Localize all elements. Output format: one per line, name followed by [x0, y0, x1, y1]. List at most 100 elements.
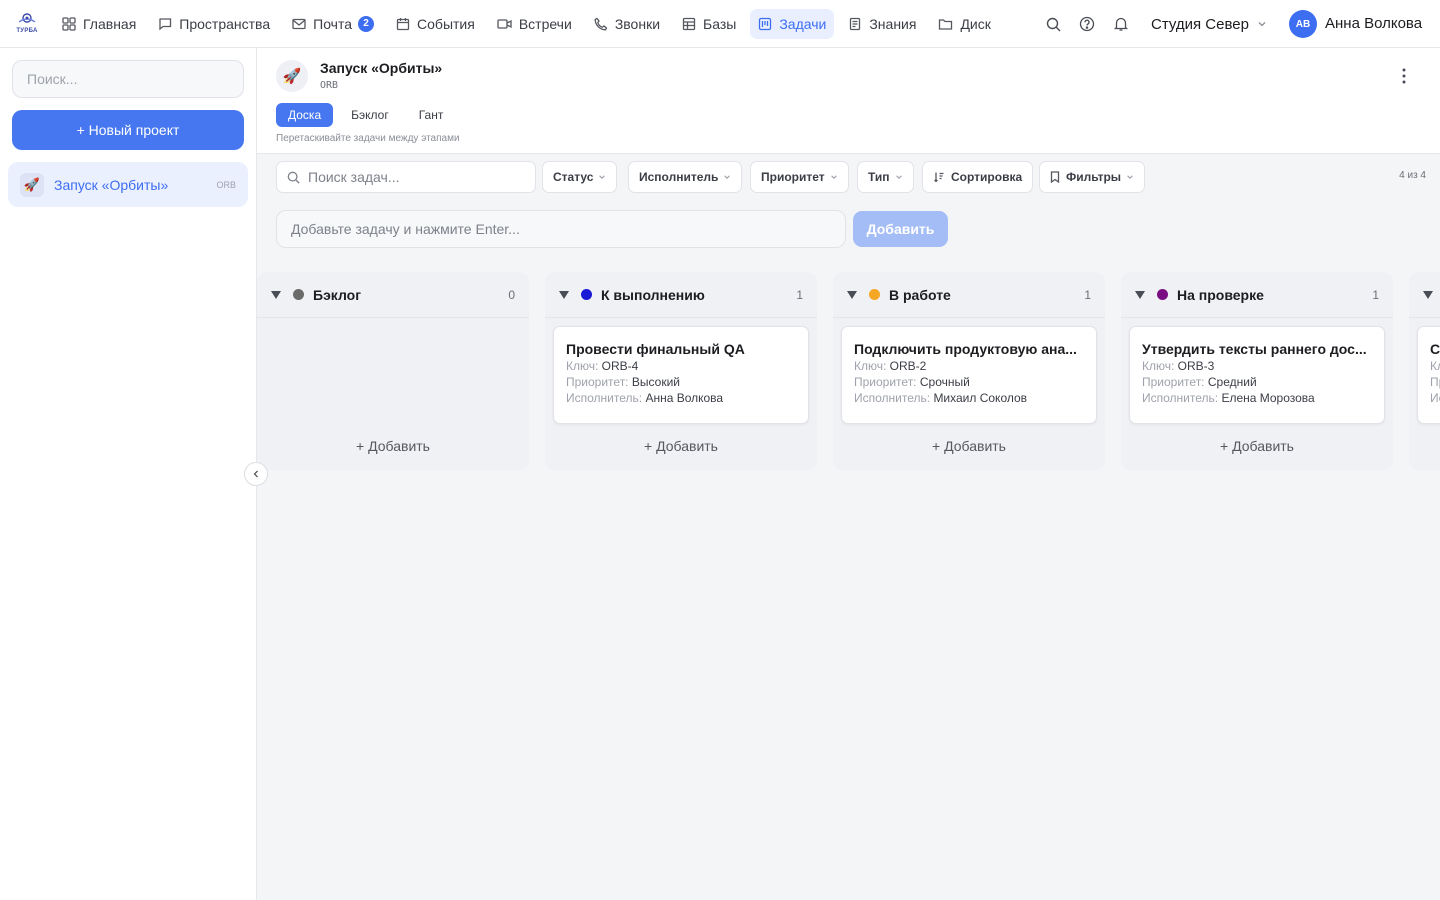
- project-search-input[interactable]: [12, 60, 244, 98]
- task-title: С: [1430, 341, 1440, 357]
- grid-icon: [62, 16, 76, 31]
- task-search-input[interactable]: [308, 169, 518, 185]
- status-dot: [1157, 289, 1168, 300]
- tab-gantt[interactable]: Гант: [407, 103, 456, 127]
- phone-icon: [594, 17, 608, 30]
- column-title: К выполнению: [601, 286, 705, 303]
- task-card[interactable]: С Ключ: Приоритет: Исполнитель:: [1417, 326, 1440, 424]
- nav-item-calls[interactable]: Звонки: [586, 9, 668, 39]
- global-search-button[interactable]: [1043, 14, 1063, 34]
- notifications-button[interactable]: [1111, 14, 1131, 34]
- nav-label: Диск: [960, 15, 991, 32]
- main-nav: Главная Пространства Почта 2 События Вст…: [54, 0, 1005, 48]
- task-priority: Средний: [1207, 375, 1257, 389]
- app-logo[interactable]: ТУРБА: [0, 0, 54, 48]
- tab-backlog[interactable]: Бэклог: [339, 103, 401, 127]
- filter-toolbar: Статус Исполнитель Приоритет Тип Сортиро…: [276, 161, 1426, 193]
- task-card[interactable]: Провести финальный QA Ключ: ORB-4 Приори…: [553, 326, 809, 424]
- org-name: Студия Север: [1151, 15, 1249, 33]
- sort-button[interactable]: Сортировка: [922, 161, 1034, 193]
- view-tabs: Доска Бэклог Гант: [276, 103, 461, 127]
- saved-filters-button[interactable]: Фильтры: [1039, 161, 1146, 193]
- collapse-sidebar-button[interactable]: [244, 462, 268, 486]
- chevron-down-icon: [599, 175, 606, 179]
- priority-filter-label: Приоритет: [761, 170, 825, 184]
- task-key-line: Ключ: ORB-4: [566, 359, 796, 373]
- nav-item-spaces[interactable]: Пространства: [150, 9, 278, 39]
- task-priority-line: Приоритет: Высокий: [566, 375, 796, 389]
- nav-item-home[interactable]: Главная: [54, 9, 144, 39]
- new-project-button[interactable]: + Новый проект: [12, 110, 244, 150]
- column-header[interactable]: К выполнению 1: [545, 272, 817, 318]
- avatar[interactable]: АВ: [1289, 10, 1317, 38]
- board-column: К выполнению 1 Провести финальный QA Клю…: [545, 272, 817, 470]
- task-search: [276, 161, 536, 193]
- rocket-icon: 🚀: [20, 172, 44, 197]
- board-column: Бэклог 0 + Добавить: [257, 272, 529, 470]
- type-filter[interactable]: Тип: [857, 161, 914, 193]
- nav-item-databases[interactable]: Базы: [674, 9, 744, 39]
- column-add-button[interactable]: + Добавить: [257, 438, 529, 454]
- collapse-triangle-icon[interactable]: [559, 290, 569, 299]
- column-count: 1: [1372, 287, 1379, 302]
- column-header[interactable]: Бэклог 0: [257, 272, 529, 318]
- help-button[interactable]: [1077, 14, 1097, 34]
- board-hint: Перетаскивайте задачи между этапами: [276, 133, 460, 144]
- column-add-button[interactable]: + Добавить: [833, 438, 1105, 454]
- quick-add-button[interactable]: Добавить: [853, 211, 948, 247]
- nav-item-knowledge[interactable]: Знания: [840, 9, 924, 39]
- nav-item-meetings[interactable]: Встречи: [489, 9, 580, 39]
- chevron-down-icon: [1258, 22, 1266, 27]
- nav-item-tasks[interactable]: Задачи: [750, 8, 835, 39]
- column-header[interactable]: [1409, 272, 1440, 318]
- calendar-icon: [396, 17, 410, 30]
- tab-board[interactable]: Доска: [276, 103, 334, 127]
- nav-label: Почта: [313, 15, 353, 32]
- column-add-button[interactable]: + Добавить: [1121, 438, 1393, 454]
- task-key-line: Ключ: ORB-3: [1142, 359, 1372, 373]
- task-key: ORB-3: [1177, 359, 1215, 373]
- sidebar-item-project[interactable]: 🚀 Запуск «Орбиты» ORB: [8, 162, 248, 207]
- sidebar-project-name: Запуск «Орбиты»: [54, 176, 169, 193]
- nav-item-events[interactable]: События: [388, 9, 483, 39]
- folder-icon: [939, 18, 953, 30]
- task-card[interactable]: Утвердить тексты раннего дос... Ключ: OR…: [1129, 326, 1385, 424]
- task-card[interactable]: Подключить продуктовую ана... Ключ: ORB-…: [841, 326, 1097, 424]
- assignee-label: Исполнитель:: [566, 391, 643, 405]
- project-menu-button[interactable]: [1394, 66, 1414, 86]
- project-header: 🚀 Запуск «Орбиты» ORB Доска Бэклог Гант …: [257, 48, 1440, 154]
- org-switcher[interactable]: Студия Север: [1151, 14, 1267, 34]
- status-filter[interactable]: Статус: [542, 161, 618, 193]
- task-title: Подключить продуктовую ана...: [854, 341, 1077, 357]
- column-add-button[interactable]: + Добавить: [545, 438, 817, 454]
- chevron-down-icon: [830, 175, 837, 179]
- collapse-triangle-icon[interactable]: [847, 290, 857, 299]
- column-count: 0: [508, 287, 515, 302]
- nav-label: События: [417, 15, 475, 32]
- column-header[interactable]: В работе 1: [833, 272, 1105, 318]
- nav-item-mail[interactable]: Почта 2: [284, 9, 382, 39]
- board-column: На проверке 1 Утвердить тексты раннего д…: [1121, 272, 1393, 470]
- task-priority: Высокий: [631, 375, 680, 389]
- nav-label: Главная: [83, 15, 137, 32]
- quick-add-input[interactable]: [276, 210, 846, 248]
- task-key-line: Ключ: ORB-2: [854, 359, 1084, 373]
- nav-item-drive[interactable]: Диск: [930, 9, 998, 39]
- task-count: 4 из 4: [1399, 170, 1426, 181]
- book-icon: [850, 17, 861, 30]
- collapse-triangle-icon[interactable]: [1135, 290, 1145, 299]
- main-content: 🚀 Запуск «Орбиты» ORB Доска Бэклог Гант …: [257, 48, 1440, 900]
- column-count: 1: [796, 287, 803, 302]
- search-icon: [287, 171, 300, 184]
- task-priority-line: Приоритет:: [1430, 375, 1440, 389]
- kanban-icon: [759, 17, 772, 30]
- priority-filter[interactable]: Приоритет: [750, 161, 849, 193]
- user-name[interactable]: Анна Волкова: [1325, 15, 1422, 32]
- nav-label: Пространства: [179, 15, 271, 32]
- column-header[interactable]: На проверке 1: [1121, 272, 1393, 318]
- assignee-filter[interactable]: Исполнитель: [628, 161, 743, 193]
- project-key: ORB: [320, 80, 339, 91]
- sidebar-project-key: ORB: [216, 179, 236, 190]
- collapse-triangle-icon[interactable]: [1423, 290, 1433, 299]
- collapse-triangle-icon[interactable]: [271, 290, 281, 299]
